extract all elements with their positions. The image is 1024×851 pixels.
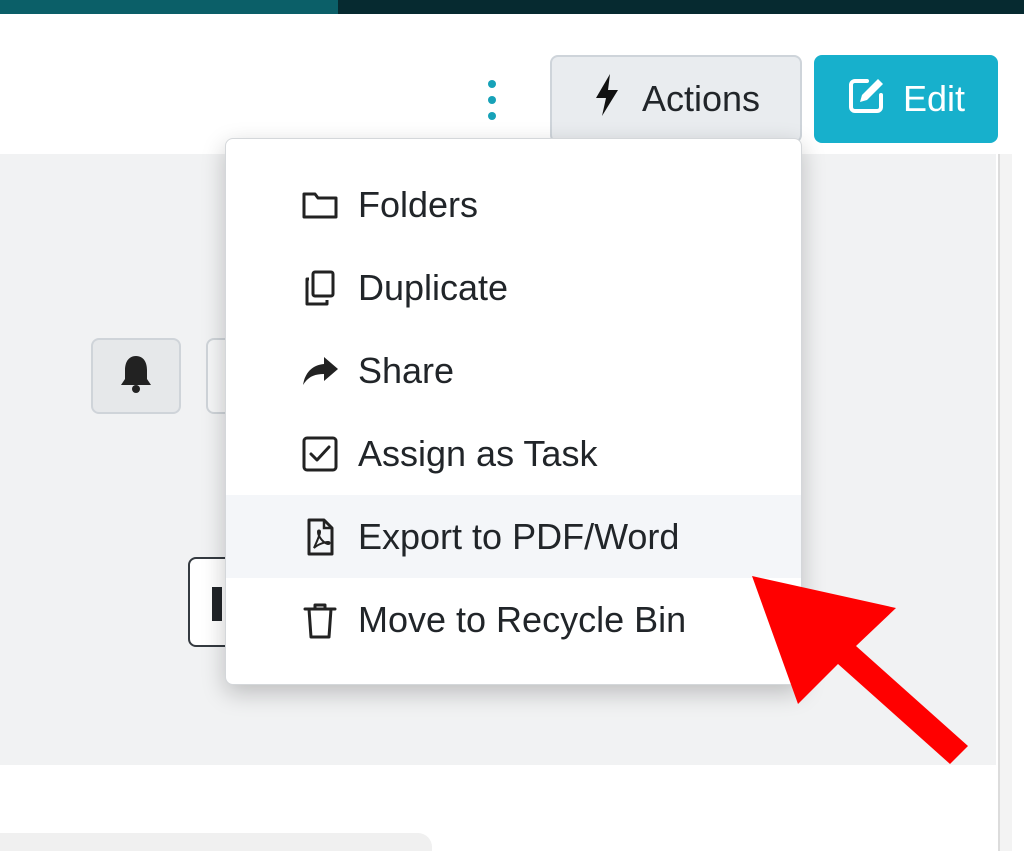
top-progress-bar	[0, 0, 338, 14]
menu-item-label: Share	[358, 349, 455, 391]
menu-item-share[interactable]: Share	[226, 329, 801, 412]
bell-icon	[118, 354, 154, 399]
edit-button[interactable]: Edit	[814, 55, 998, 143]
menu-item-export-pdf-word[interactable]: Export to PDF/Word	[226, 495, 801, 578]
scrollbar-track[interactable]	[998, 154, 1012, 851]
menu-item-assign-task[interactable]: Assign as Task	[226, 412, 801, 495]
vertical-dots-icon[interactable]	[478, 76, 506, 124]
actions-button[interactable]: Actions	[550, 55, 802, 143]
edit-label: Edit	[902, 78, 966, 119]
bolt-icon	[592, 73, 622, 125]
pdf-file-icon	[300, 517, 340, 557]
top-bar	[0, 0, 1024, 14]
page-header: Actions Edit	[0, 14, 1024, 154]
menu-item-duplicate[interactable]: Duplicate	[226, 246, 801, 329]
checkbox-icon	[300, 434, 340, 474]
menu-item-label: Move to Recycle Bin	[358, 598, 687, 640]
folder-icon	[300, 185, 340, 225]
menu-item-label: Duplicate	[358, 266, 509, 308]
menu-item-move-to-recycle-bin[interactable]: Move to Recycle Bin	[226, 578, 801, 661]
menu-item-label: Folders	[358, 183, 479, 225]
edit-icon	[847, 75, 887, 124]
button-glyph-icon	[212, 587, 222, 621]
footer-bar	[0, 833, 432, 851]
actions-label: Actions	[641, 78, 761, 119]
actions-dropdown-menu: Folders Duplicate Share Assign as Task E…	[225, 138, 802, 685]
menu-item-folders[interactable]: Folders	[226, 163, 801, 246]
notifications-button[interactable]	[91, 338, 181, 414]
menu-item-label: Export to PDF/Word	[358, 515, 680, 557]
copy-icon	[300, 268, 340, 308]
share-icon	[300, 351, 340, 391]
menu-item-label: Assign as Task	[358, 432, 598, 474]
trash-icon	[300, 600, 340, 640]
